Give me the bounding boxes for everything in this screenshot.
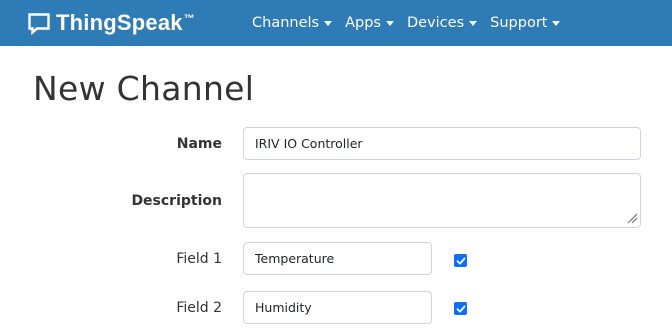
checkmark-icon	[456, 305, 465, 312]
field1-label: Field 1	[176, 251, 222, 267]
caret-down-icon	[552, 20, 561, 26]
caret-down-icon	[469, 20, 478, 26]
menu-apps-label: Apps	[345, 15, 381, 31]
caret-down-icon	[385, 20, 394, 26]
field2-input[interactable]	[243, 291, 432, 324]
brand-name: ThingSpeak™	[56, 10, 195, 35]
menu-channels[interactable]: Channels	[252, 15, 333, 31]
menu-support[interactable]: Support	[490, 15, 561, 31]
chat-bubble-icon	[28, 13, 50, 35]
menu-channels-label: Channels	[252, 15, 320, 31]
brand-logo-link[interactable]: ThingSpeak™	[27, 9, 195, 37]
menu-support-label: Support	[490, 15, 548, 31]
menu-apps[interactable]: Apps	[345, 15, 394, 31]
main-menu: Channels Apps Devices Support	[252, 0, 573, 46]
field1-checkbox[interactable]	[454, 254, 467, 267]
description-textarea[interactable]	[243, 173, 641, 228]
field2-checkbox[interactable]	[454, 302, 467, 315]
description-label: Description	[131, 193, 222, 209]
name-input[interactable]	[243, 127, 641, 160]
field1-input[interactable]	[243, 242, 432, 275]
name-label: Name	[176, 136, 222, 152]
page-title: New Channel	[33, 69, 255, 108]
top-navbar: ThingSpeak™ Channels Apps Devices Suppor…	[0, 0, 672, 46]
menu-devices-label: Devices	[406, 15, 465, 31]
caret-down-icon	[324, 20, 333, 26]
checkmark-icon	[456, 257, 465, 264]
field2-label: Field 2	[176, 300, 222, 316]
trademark-mark: ™	[183, 12, 195, 25]
menu-devices[interactable]: Devices	[406, 15, 478, 31]
